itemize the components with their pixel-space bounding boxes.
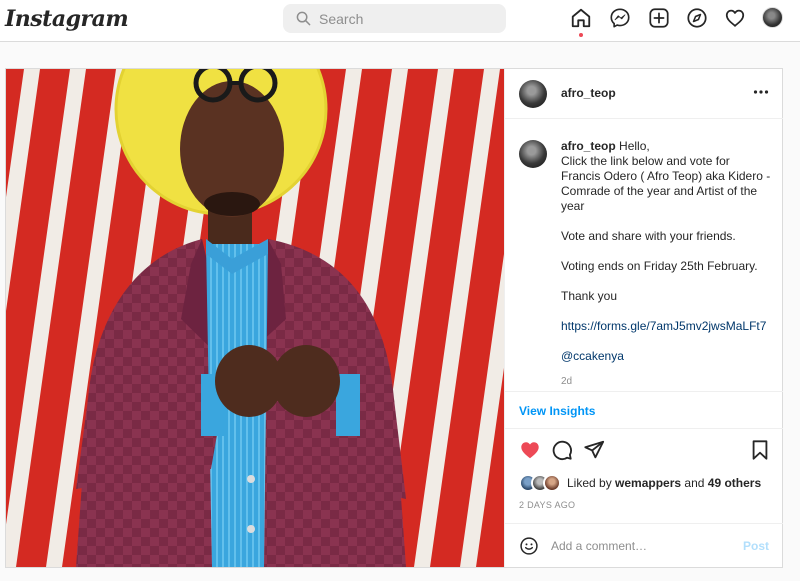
like-heart-icon[interactable] xyxy=(519,439,541,461)
post-photo[interactable] xyxy=(6,69,504,567)
post-date[interactable]: 2 DAYS AGO xyxy=(519,500,575,510)
compass-icon[interactable] xyxy=(686,7,708,29)
post-header: afro_teop xyxy=(505,69,783,119)
emoji-icon[interactable] xyxy=(519,536,539,556)
top-navbar: Instagram Search xyxy=(0,0,800,42)
liked-by-prefix: Liked by xyxy=(567,476,616,490)
liked-by-others-link[interactable]: 49 others xyxy=(708,476,761,490)
comment-icon[interactable] xyxy=(551,439,573,461)
liker-avatar xyxy=(543,474,561,492)
messenger-icon[interactable] xyxy=(609,7,631,29)
caption-mention[interactable]: @ccakenya xyxy=(561,349,624,363)
post-caption: afro_teop Hello, Click the link below an… xyxy=(505,119,783,391)
post-side-panel: afro_teop afro_teop Hello, Click the lin… xyxy=(504,69,783,567)
search-box[interactable]: Search xyxy=(283,4,506,33)
author-username[interactable]: afro_teop xyxy=(561,86,616,100)
caption-text: Hello, Click the link below and vote for… xyxy=(561,139,771,303)
heart-icon[interactable] xyxy=(724,7,746,29)
liked-by-text: Liked by wemappers and 49 others xyxy=(567,476,761,490)
caption-body: afro_teop Hello, Click the link below an… xyxy=(561,139,771,364)
profile-avatar[interactable] xyxy=(762,7,783,28)
insights-bar: View Insights xyxy=(505,391,783,429)
nav-icons xyxy=(570,7,788,31)
liked-by-and: and xyxy=(681,476,708,490)
view-insights-link[interactable]: View Insights xyxy=(519,404,595,418)
caption-timestamp[interactable]: 2d xyxy=(561,376,572,387)
search-icon xyxy=(296,11,311,26)
liked-by-user-link[interactable]: wemappers xyxy=(615,476,681,490)
bookmark-icon[interactable] xyxy=(749,439,771,461)
post-card: afro_teop afro_teop Hello, Click the lin… xyxy=(5,68,783,568)
comment-bar: Post xyxy=(505,523,783,567)
search-input[interactable]: Search xyxy=(319,11,363,27)
instagram-logo[interactable]: Instagram xyxy=(5,6,129,32)
share-icon[interactable] xyxy=(583,439,605,461)
liker-avatars[interactable] xyxy=(519,474,563,492)
author-avatar[interactable] xyxy=(519,80,547,108)
post-comment-button[interactable]: Post xyxy=(743,539,769,553)
post-actions xyxy=(505,436,783,466)
caption-avatar[interactable] xyxy=(519,140,547,168)
comment-input[interactable] xyxy=(551,536,731,556)
caption-url-link[interactable]: https://forms.gle/7amJ5mv2jwsMaLFt7 xyxy=(561,319,766,333)
likes-summary: Liked by wemappers and 49 others xyxy=(519,474,779,492)
home-icon[interactable] xyxy=(570,7,592,29)
caption-username[interactable]: afro_teop xyxy=(561,139,616,153)
more-options-icon[interactable] xyxy=(753,89,769,95)
plus-square-icon[interactable] xyxy=(648,7,670,29)
home-active-dot xyxy=(579,33,583,37)
